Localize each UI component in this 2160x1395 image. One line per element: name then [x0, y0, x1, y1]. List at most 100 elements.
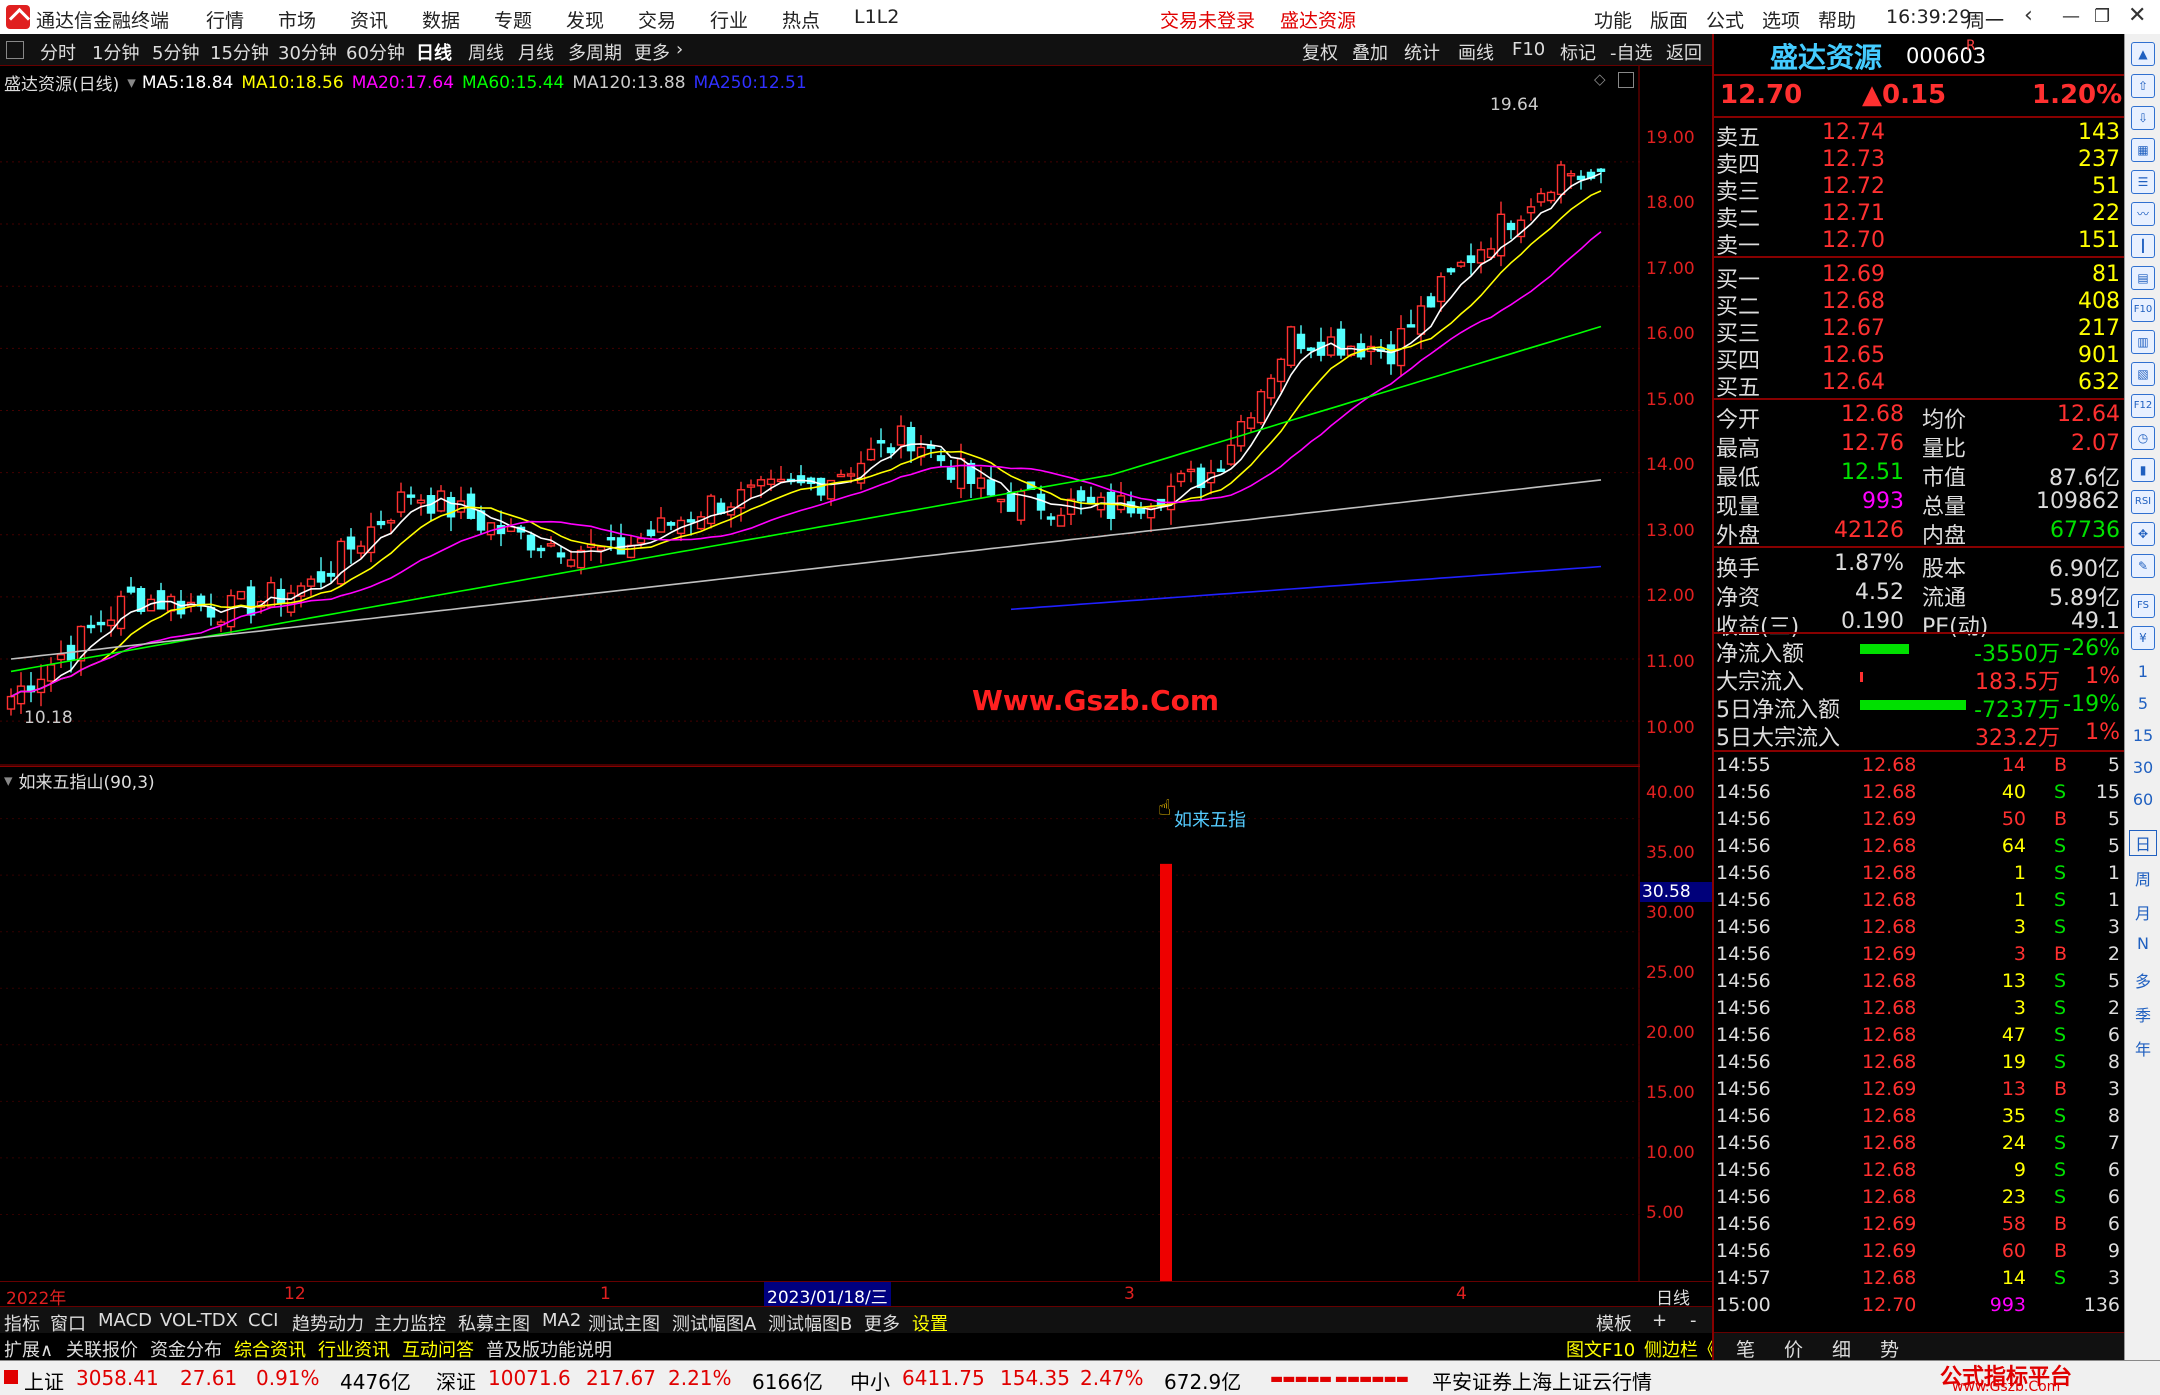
chevron-right-icon[interactable]: › — [676, 39, 683, 60]
tab-general-news[interactable]: 综合资讯 — [234, 1336, 306, 1362]
tab-help[interactable]: 普及版功能说明 — [486, 1336, 612, 1362]
period-multi[interactable]: 多 — [2125, 968, 2160, 992]
menu-market[interactable]: 行情 — [206, 6, 244, 33]
sidebar-toggle[interactable]: 侧边栏《 — [1644, 1336, 1716, 1362]
list-icon[interactable]: ☰ — [2131, 170, 2155, 194]
tab-related-quote[interactable]: 关联报价 — [66, 1336, 138, 1362]
menu-trade[interactable]: 交易 — [638, 6, 676, 33]
tab-fund-dist[interactable]: 资金分布 — [150, 1336, 222, 1362]
market-breadth-icon[interactable]: ▬▬▬▬▬ ▬▬▬▬▬▬ — [1270, 1371, 1409, 1387]
f10-text-button[interactable]: 图文F10 — [1566, 1336, 1635, 1362]
chevron-down-icon[interactable]: ▾ — [4, 771, 13, 791]
menu-industry[interactable]: 行业 — [710, 6, 748, 33]
tab-macd[interactable]: MACD — [98, 1310, 152, 1331]
menu-news[interactable]: 资讯 — [350, 6, 388, 33]
period-tab-5min[interactable]: 5分钟 — [152, 39, 199, 65]
period-n[interactable]: N — [2125, 934, 2160, 953]
minimize-window-icon[interactable]: — — [2062, 6, 2080, 27]
tab-ma2[interactable]: MA2 — [542, 1310, 581, 1331]
period-60[interactable]: 60 — [2125, 790, 2160, 809]
zx-label[interactable]: 中小 — [850, 1366, 890, 1395]
tab-qa[interactable]: 互动问答 — [402, 1336, 474, 1362]
period-tab-daily[interactable]: 日线 — [416, 39, 452, 65]
period-year[interactable]: 年 — [2125, 1036, 2160, 1060]
period-tab-monthly[interactable]: 月线 — [518, 39, 554, 65]
menu-layout[interactable]: 版面 — [1650, 6, 1688, 33]
f12-icon[interactable]: F12 — [2131, 394, 2155, 418]
chart-mode-icon[interactable] — [1618, 72, 1634, 88]
money-icon[interactable]: ¥ — [2131, 626, 2155, 650]
menu-function[interactable]: 功能 — [1594, 6, 1632, 33]
mark-button[interactable]: 标记 — [1560, 39, 1596, 65]
tab-trades[interactable]: 笔 — [1736, 1335, 1755, 1362]
period-tab-15min[interactable]: 15分钟 — [210, 39, 269, 65]
tab-trend[interactable]: 势 — [1880, 1335, 1899, 1362]
line-chart-icon[interactable]: 〰 — [2131, 202, 2155, 226]
stats-button[interactable]: 统计 — [1404, 39, 1440, 65]
menu-discover[interactable]: 发现 — [566, 6, 604, 33]
arrow-up-icon[interactable]: ▲ — [2131, 42, 2155, 66]
overlay-button[interactable]: 叠加 — [1352, 39, 1388, 65]
sz-label[interactable]: 深证 — [436, 1366, 476, 1395]
period-tab-30min[interactable]: 30分钟 — [278, 39, 337, 65]
doc-icon[interactable]: ▧ — [2131, 362, 2155, 386]
tab-industry-news[interactable]: 行业资讯 — [318, 1336, 390, 1362]
menu-formula[interactable]: 公式 — [1706, 6, 1744, 33]
menu-help[interactable]: 帮助 — [1818, 6, 1856, 33]
restore-window-icon[interactable]: ❐ — [2094, 6, 2110, 27]
period-15[interactable]: 15 — [2125, 726, 2160, 745]
chevron-down-icon[interactable]: ▾ — [127, 73, 136, 93]
tab-vol[interactable]: VOL-TDX — [160, 1310, 238, 1331]
minimize-icon[interactable]: ‹ — [2024, 3, 2033, 28]
bar-chart-icon[interactable]: ▮ — [2131, 458, 2155, 482]
f10-icon[interactable]: F10 — [2131, 298, 2155, 322]
rsi-icon[interactable]: RSI — [2131, 490, 2155, 514]
period-quarter[interactable]: 季 — [2125, 1002, 2160, 1026]
period-30[interactable]: 30 — [2125, 758, 2160, 777]
period-month[interactable]: 月 — [2125, 900, 2160, 924]
adjust-button[interactable]: 复权 — [1302, 39, 1338, 65]
menu-data[interactable]: 数据 — [422, 6, 460, 33]
period-tab-multi[interactable]: 多周期 — [568, 39, 622, 65]
sh-label[interactable]: 上证 — [24, 1366, 64, 1395]
f10-button[interactable]: F10 — [1512, 39, 1545, 60]
period-tab-weekly[interactable]: 周线 — [468, 39, 504, 65]
tab-price[interactable]: 价 — [1784, 1335, 1803, 1362]
period-tab-60min[interactable]: 60分钟 — [346, 39, 405, 65]
menu-board[interactable]: 市场 — [278, 6, 316, 33]
panel-toggle-icon[interactable] — [6, 41, 24, 59]
period-1[interactable]: 1 — [2125, 662, 2160, 681]
diamond-icon[interactable]: ◇ — [1594, 70, 1606, 88]
watchlist-button[interactable]: -自选 — [1610, 39, 1653, 65]
page-down-icon[interactable]: ⇩ — [2131, 106, 2155, 130]
fs-icon[interactable]: FS — [2131, 594, 2155, 618]
menu-l1l2[interactable]: L1L2 — [854, 6, 899, 28]
period-day[interactable]: 日 — [2129, 830, 2157, 856]
login-status[interactable]: 交易未登录 — [1160, 6, 1255, 33]
period-5[interactable]: 5 — [2125, 694, 2160, 713]
back-button[interactable]: 返回 — [1666, 39, 1702, 65]
menu-topic[interactable]: 专题 — [494, 6, 532, 33]
period-tab-more[interactable]: 更多 — [634, 39, 670, 65]
period-week[interactable]: 周 — [2125, 866, 2160, 890]
close-icon[interactable]: ✕ — [2128, 3, 2146, 28]
candle-icon[interactable]: ┃ — [2131, 234, 2155, 258]
menu-options[interactable]: 选项 — [1762, 6, 1800, 33]
tab-cci[interactable]: CCI — [248, 1310, 278, 1331]
candlestick-chart[interactable] — [0, 66, 1640, 766]
grid-icon[interactable]: ▦ — [2131, 138, 2155, 162]
broker-name[interactable]: 平安证券上海上证云行情 — [1432, 1366, 1652, 1395]
menu-hot[interactable]: 热点 — [782, 6, 820, 33]
table-icon[interactable]: ▤ — [2131, 266, 2155, 290]
move-icon[interactable]: ✥ — [2131, 522, 2155, 546]
clock-icon[interactable]: ◷ — [2131, 426, 2155, 450]
tab-expand[interactable]: 扩展∧ — [4, 1336, 53, 1362]
draw-button[interactable]: 画线 — [1458, 39, 1494, 65]
tab-detail[interactable]: 细 — [1832, 1335, 1851, 1362]
pen-icon[interactable]: ✎ — [2131, 554, 2155, 578]
page-up-icon[interactable]: ⇧ — [2131, 74, 2155, 98]
period-tab-1min[interactable]: 1分钟 — [92, 39, 139, 65]
zoom-out-button[interactable]: - — [1690, 1310, 1697, 1331]
zoom-in-button[interactable]: + — [1652, 1310, 1667, 1331]
report-icon[interactable]: ▥ — [2131, 330, 2155, 354]
